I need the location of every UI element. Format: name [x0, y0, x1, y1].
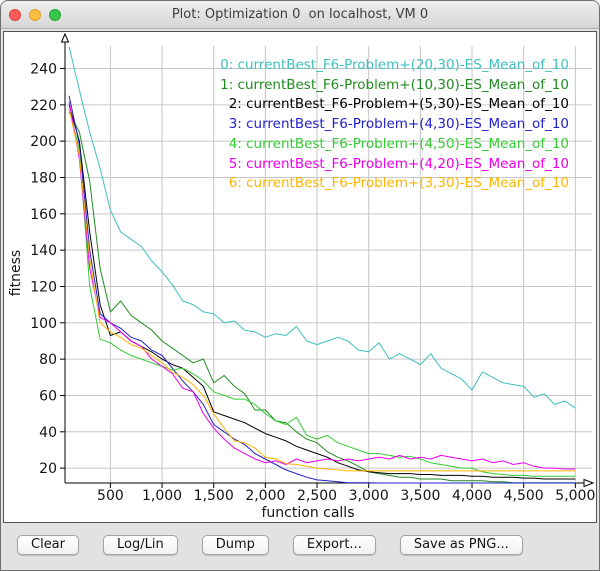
series-line-3 [69, 96, 575, 483]
x-tick-label: 2,500 [297, 488, 337, 504]
series-line-0 [69, 47, 575, 409]
y-tick-label: 240 [30, 62, 57, 78]
series-line-2 [69, 105, 575, 479]
plot-window: Plot: Optimization 0 on localhost, VM 0 … [0, 0, 600, 571]
y-tick-label: 200 [30, 134, 57, 150]
y-tick-label: 60 [39, 388, 57, 404]
close-button[interactable] [9, 9, 21, 21]
x-tick-label: 4,000 [452, 488, 492, 504]
y-tick-label: 120 [30, 279, 57, 295]
y-tick-label: 100 [30, 316, 57, 332]
x-tick-label: 3,000 [349, 488, 389, 504]
x-tick-label: 1,000 [142, 488, 182, 504]
series-line-6 [69, 109, 575, 471]
x-axis-label: function calls [262, 505, 355, 521]
y-tick-label: 180 [30, 170, 57, 186]
window-titlebar[interactable]: Plot: Optimization 0 on localhost, VM 0 [1, 1, 599, 29]
x-tick-label: 1,500 [194, 488, 234, 504]
x-tick-label: 3,500 [400, 488, 440, 504]
log-lin-button[interactable]: Log/Lin [103, 535, 178, 555]
dump-button[interactable]: Dump [202, 535, 269, 555]
y-tick-label: 220 [30, 98, 57, 114]
y-tick-label: 160 [30, 207, 57, 223]
traffic-lights [9, 9, 61, 21]
x-axis-arrow-icon [584, 480, 593, 487]
plot-canvas[interactable]: 500 1,000 1,500 2,000 2,500 3,000 3,500 4,000 4,… [3, 31, 597, 523]
fitness-chart: 500 1,000 1,500 2,000 2,500 3,000 3,500 4,000 4,… [4, 32, 596, 522]
y-axis-arrow-icon [62, 34, 69, 42]
y-tick-label: 40 [39, 425, 57, 441]
y-tick-label: 20 [39, 461, 57, 477]
export-button[interactable]: Export... [293, 535, 376, 555]
window-title: Plot: Optimization 0 on localhost, VM 0 [172, 7, 428, 22]
clear-button[interactable]: Clear [17, 535, 79, 555]
y-tick-label: 140 [30, 243, 57, 259]
minimize-button[interactable] [29, 9, 41, 21]
series-line-1 [69, 112, 575, 483]
save-as-png-button[interactable]: Save as PNG... [400, 535, 523, 555]
series-line-4 [69, 109, 575, 477]
x-tick-label: 4,500 [504, 488, 544, 504]
series-line-5 [69, 101, 575, 469]
y-tick-label: 80 [39, 352, 57, 368]
x-tick-label: 500 [97, 488, 124, 504]
zoom-button[interactable] [49, 9, 61, 21]
x-tick-label: 2,000 [245, 488, 285, 504]
footer-toolbar: Clear Log/Lin Dump Export... Save as PNG… [17, 535, 523, 555]
y-axis-label: fitness [8, 250, 24, 296]
x-tick-label: 5,000 [555, 488, 595, 504]
